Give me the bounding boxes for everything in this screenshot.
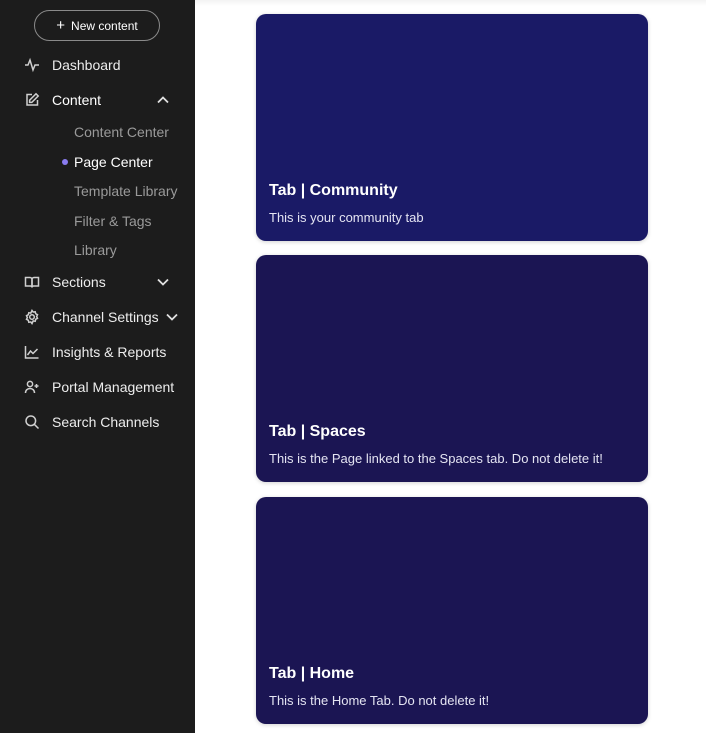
card-title: Tab | Spaces <box>269 423 366 440</box>
gear-icon <box>24 309 40 325</box>
page-card-community[interactable]: Tab | Community This is your community t… <box>256 14 648 241</box>
nav-sections-label: Sections <box>52 274 106 290</box>
main-content: Tab | Community This is your community t… <box>195 0 706 733</box>
nav-dashboard[interactable]: Dashboard <box>24 54 184 76</box>
card-title: Tab | Community <box>269 182 398 199</box>
card-title: Tab | Home <box>269 665 355 682</box>
edit-icon <box>24 92 40 108</box>
book-icon <box>24 274 40 290</box>
sub-item-content-center[interactable]: Content Center <box>74 122 169 142</box>
new-content-label: New content <box>71 18 138 33</box>
nav-channel-settings[interactable]: Channel Settings <box>24 306 184 328</box>
card-description: This is your community tab <box>269 210 424 225</box>
sub-item-page-center[interactable]: Page Center <box>74 152 153 172</box>
nav-search-label: Search Channels <box>52 414 160 430</box>
chart-icon <box>24 344 40 360</box>
sidebar: + New content Dashboard Content Content … <box>0 0 195 733</box>
nav-search-channels[interactable]: Search Channels <box>24 411 184 433</box>
chevron-down-icon[interactable] <box>165 310 179 324</box>
search-icon <box>24 414 40 430</box>
nav-portal-management[interactable]: Portal Management <box>24 376 184 398</box>
nav-content-label: Content <box>52 92 102 108</box>
sub-item-filter-tags[interactable]: Filter & Tags <box>74 211 152 231</box>
nav-portal-label: Portal Management <box>52 379 175 395</box>
sub-item-library[interactable]: Library <box>74 240 117 260</box>
page-card-home[interactable]: Tab | Home This is the Home Tab. Do not … <box>256 497 648 724</box>
active-indicator-dot <box>62 159 68 165</box>
nav-insights-label: Insights & Reports <box>52 344 167 360</box>
page-card-spaces[interactable]: Tab | Spaces This is the Page linked to … <box>256 255 648 482</box>
top-divider <box>195 0 706 6</box>
chevron-down-icon[interactable] <box>156 275 170 289</box>
user-plus-icon <box>24 379 40 395</box>
chevron-up-icon[interactable] <box>156 93 170 107</box>
nav-sections[interactable]: Sections <box>24 271 184 293</box>
sub-item-template-library[interactable]: Template Library <box>74 181 178 201</box>
nav-content[interactable]: Content <box>24 89 184 111</box>
new-content-button[interactable]: + New content <box>34 10 160 41</box>
nav-dashboard-label: Dashboard <box>52 57 121 73</box>
nav-channel-settings-label: Channel Settings <box>52 309 159 325</box>
nav-insights-reports[interactable]: Insights & Reports <box>24 341 184 363</box>
activity-icon <box>24 57 40 73</box>
card-description: This is the Page linked to the Spaces ta… <box>269 451 603 466</box>
card-description: This is the Home Tab. Do not delete it! <box>269 693 490 708</box>
plus-icon: + <box>56 17 66 34</box>
